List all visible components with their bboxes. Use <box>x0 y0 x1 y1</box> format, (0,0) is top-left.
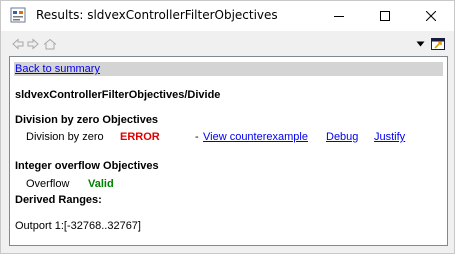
window-title: Results: sldvexControllerFilterObjective… <box>36 8 278 22</box>
title-bar[interactable]: Results: sldvexControllerFilterObjective… <box>1 1 454 31</box>
division-heading: Division by zero Objectives <box>15 114 159 126</box>
overflow-status-badge: Valid <box>88 178 114 190</box>
report-icon <box>10 7 26 23</box>
home-icon[interactable] <box>43 38 57 50</box>
debug-link[interactable]: Debug <box>326 131 358 143</box>
overflow-label: Overflow <box>26 178 70 190</box>
close-icon <box>426 11 436 21</box>
maximize-button[interactable] <box>362 1 408 31</box>
forward-arrow-icon[interactable] <box>27 38 39 50</box>
back-arrow-icon[interactable] <box>12 38 24 50</box>
path-heading: sldvexControllerFilterObjectives/Divide <box>15 89 221 101</box>
separator: - <box>195 131 199 143</box>
minimize-button[interactable] <box>316 1 362 31</box>
chevron-down-icon[interactable] <box>416 41 425 47</box>
division-label: Division by zero <box>26 131 104 143</box>
overflow-heading: Integer overflow Objectives <box>15 160 159 172</box>
outport-range: Outport 1:[-32768..32767] <box>15 220 141 232</box>
report-content: Back to summary sldvexControllerFilterOb… <box>9 56 448 246</box>
view-counterexample-link[interactable]: View counterexample <box>203 131 308 143</box>
derived-ranges-heading: Derived Ranges: <box>15 194 102 206</box>
minimize-icon <box>334 16 344 17</box>
results-window: Results: sldvexControllerFilterObjective… <box>0 0 455 254</box>
toolbar <box>1 31 454 57</box>
division-status-badge: ERROR <box>120 131 160 143</box>
back-to-summary-link[interactable]: Back to summary <box>15 63 100 75</box>
maximize-icon <box>380 11 390 21</box>
dock-icon[interactable] <box>431 38 445 50</box>
close-button[interactable] <box>408 1 454 31</box>
justify-link[interactable]: Justify <box>374 131 405 143</box>
